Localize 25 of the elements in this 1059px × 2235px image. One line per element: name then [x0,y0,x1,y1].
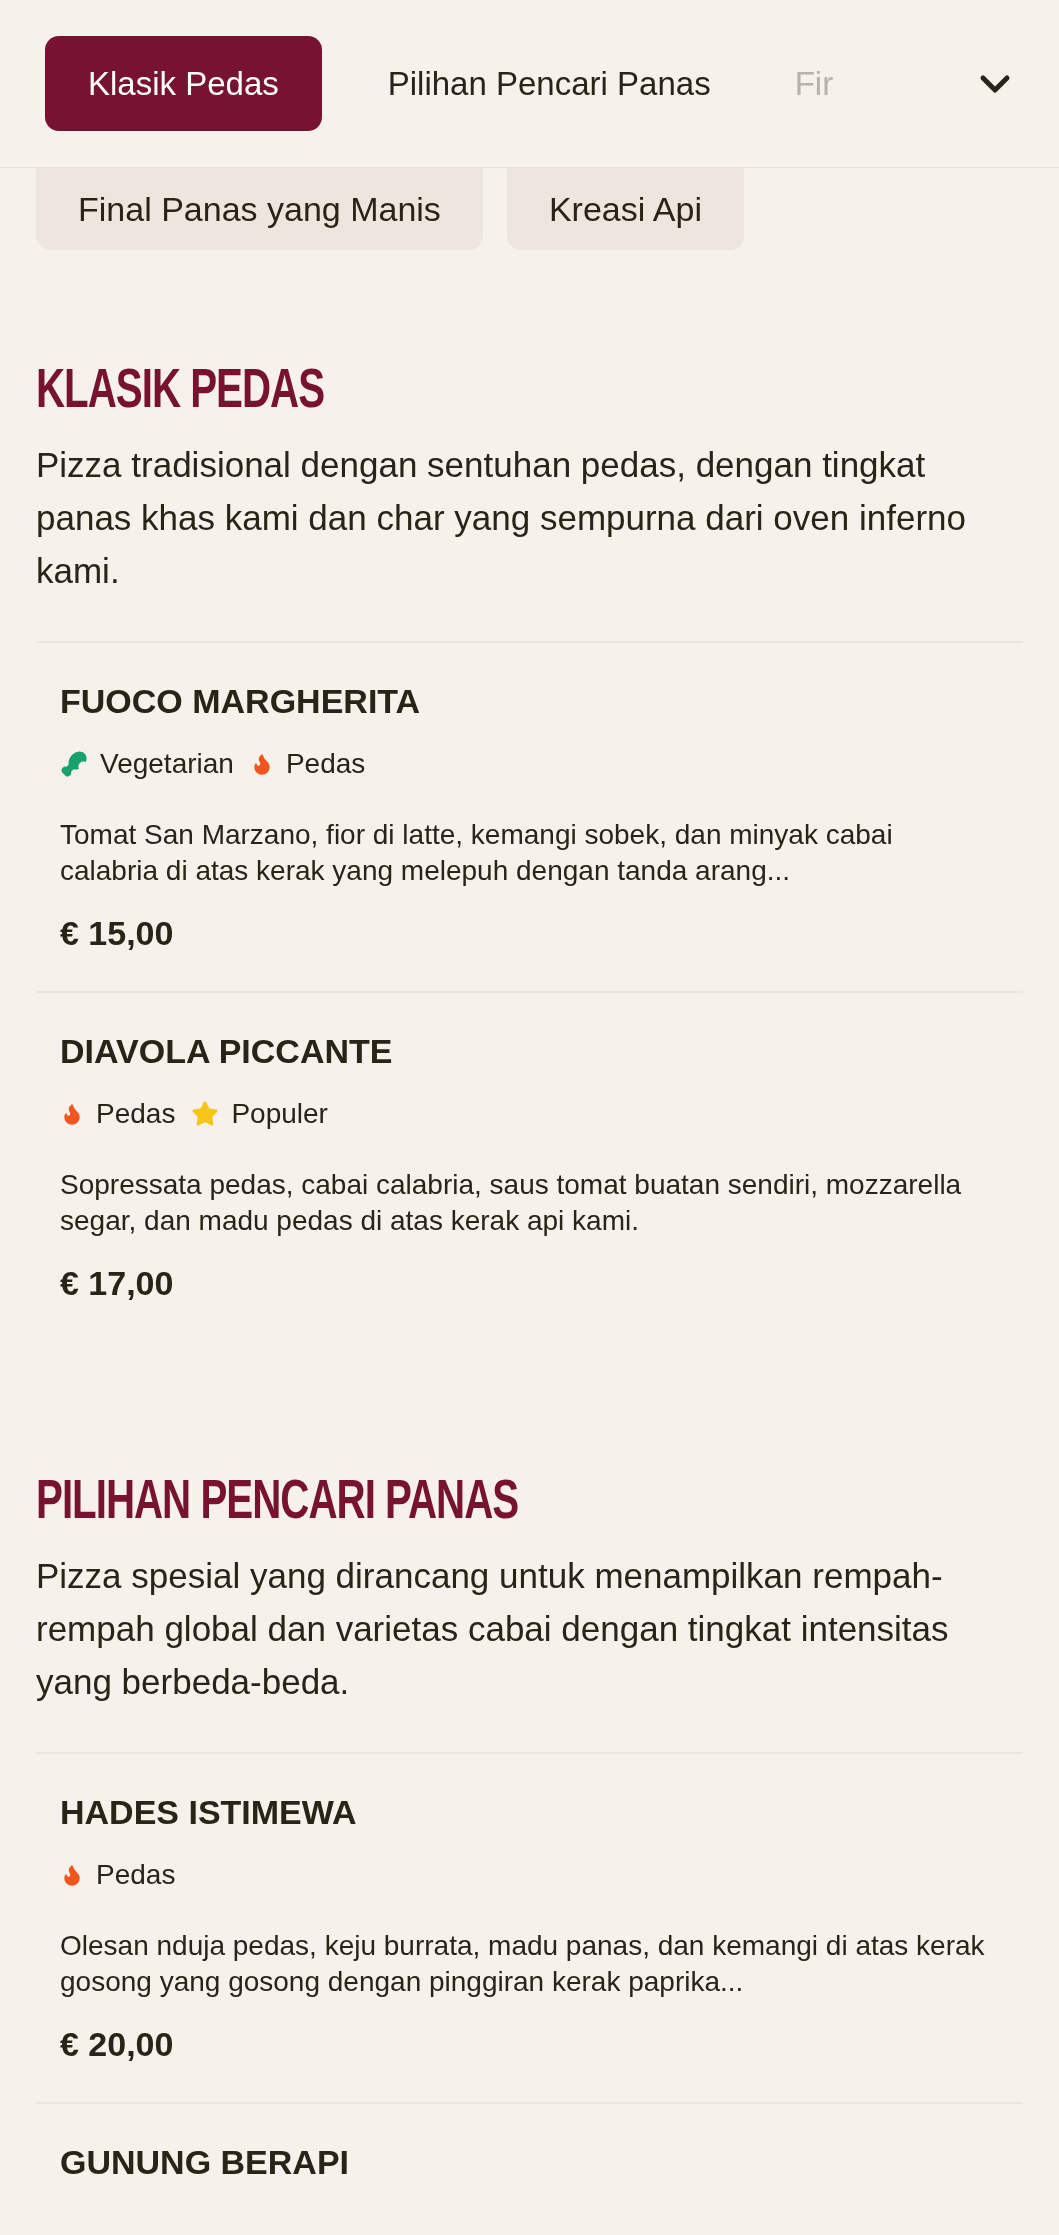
item-price: € 20,00 [60,2024,175,2065]
section-title: PILIHAN PENCARI PANAS [36,1471,520,1527]
drumstick-icon [60,750,88,778]
item-price: € 17,00 [60,1263,175,1304]
item-description: Olesan nduja pedas, keju burrata, madu panas, dan kemangi di atas kerak gosong yang gosong dengan pinggiran kerak paprika... [60,1929,986,1999]
item-title: HADES ISTIMEWA [60,1792,358,1832]
tag-label: Pedas [96,1097,176,1131]
category-tab[interactable]: Pilihan Pencari Panas [369,36,729,131]
section-description: Pizza tradisional dengan sentuhan pedas, dengan tingkat panas khas kami dan char yang sempurna dari oven inferno kami. [36,444,967,592]
category-tab[interactable]: Final Panas yang Manis [36,168,483,250]
tag-label: Pedas [96,1858,176,1892]
item-title: DIAVOLA PICCANTE [60,1031,394,1071]
tag-label: Vegetarian [100,747,234,781]
section-description: Pizza spesial yang dirancang untuk menampilkan rempah-rempah global dan varietas cabai dengan tingkat intensitas yang berbeda-beda. [36,1555,950,1703]
item-title: GUNUNG BERAPI [60,2142,351,2182]
tag-label: Pedas [285,747,366,781]
category-tab[interactable]: Klasik Pedas [45,36,322,131]
item-title: FUOCO MARGHERITA [60,681,422,721]
category-tab[interactable]: Kreasi Api [506,168,744,250]
star-icon [191,1100,220,1128]
section-title: KLASIK PEDAS [36,360,326,416]
tag-label: Populer [231,1097,328,1131]
item-price: € 15,00 [60,913,175,954]
item-description: Sopressata pedas, cabai calabria, saus tomat buatan sendiri, mozzarella segar, dan madu pedas di atas kerak api kami. [60,1168,963,1238]
item-description: Tomat San Marzano, fior di latte, kemangi sobek, dan minyak cabai calabria di atas kerak yang melepuh dengan tanda arang... [60,818,894,888]
